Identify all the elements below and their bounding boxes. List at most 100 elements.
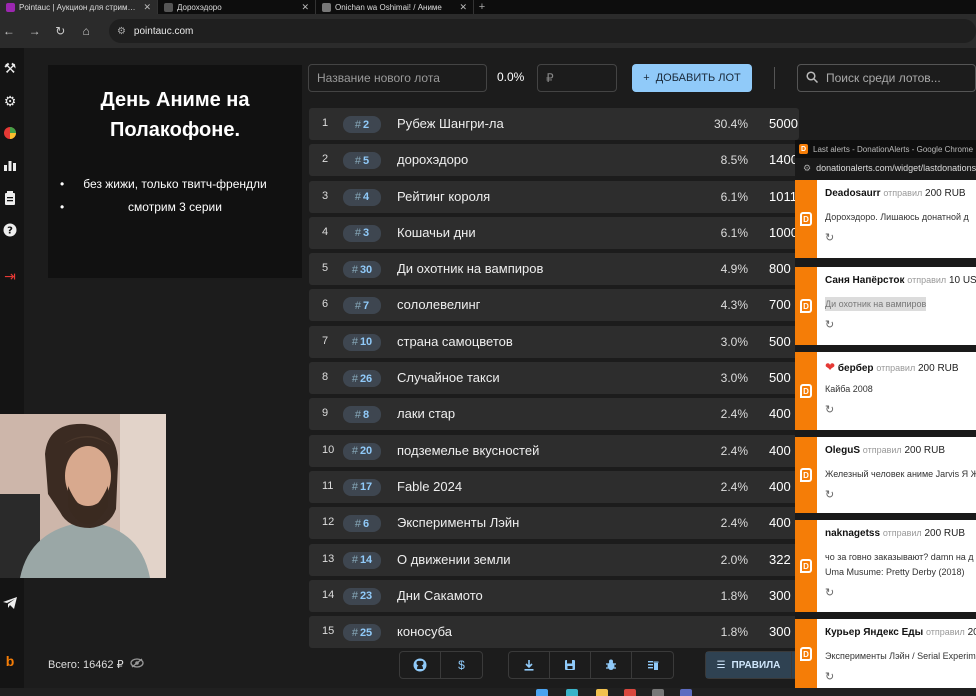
close-tab-icon[interactable]: ✕ [143,2,151,13]
alert-sent-word: отправил [883,188,923,198]
rules-label: ПРАВИЛА [731,659,781,671]
lot-name[interactable]: Кошачьи дни [397,225,476,240]
lot-name[interactable]: коносуба [397,624,452,639]
app-icon[interactable] [566,689,578,696]
alert-header: Саня Напёрсток отправил 10 USD [825,275,976,286]
lot-id-badge[interactable]: #20 [343,442,381,460]
lot-id-badge[interactable]: #2 [343,116,381,133]
lot-row[interactable]: 14 #23 Дни Сакамото 1.8% 300 [309,579,799,612]
lot-row[interactable]: 15 #25 коносуба 1.8% 300 [309,616,799,649]
settings-gear-icon[interactable]: ⚙ [0,91,20,111]
lot-name[interactable]: Дни Сакамото [397,588,483,603]
lot-row[interactable]: 4 #3 Кошачьи дни 6.1% 1000 [309,216,799,249]
chrome-icon[interactable] [624,689,636,696]
lot-id-badge[interactable]: #5 [343,152,381,170]
lot-id-badge[interactable]: #26 [343,370,381,388]
lot-name[interactable]: подземелье вкусностей [397,443,539,458]
lot-name[interactable]: Fable 2024 [397,479,462,494]
app-icon[interactable] [652,689,664,696]
lot-name[interactable]: О движении земли [397,552,511,567]
lot-id-badge[interactable]: #23 [343,587,381,605]
lot-id-badge[interactable]: #10 [343,333,381,351]
add-lot-button[interactable]: + ДОБАВИТЬ ЛОТ [632,64,752,92]
lot-name[interactable]: Рейтинг короля [397,189,490,204]
home-icon[interactable]: ⌂ [79,24,93,38]
save-button[interactable] [550,652,591,678]
lot-id-badge[interactable]: #25 [343,624,381,642]
close-tab-icon[interactable]: ✕ [301,2,309,13]
browser-tab[interactable]: Onichan wa Oshimai! / Аниме ✕ [316,0,474,14]
hide-total-eye-icon[interactable] [129,658,144,671]
lot-name[interactable]: Ди охотник на вампиров [397,261,543,276]
lot-row[interactable]: 7 #10 страна самоцветов 3.0% 500 [309,325,799,358]
wheel-icon[interactable] [0,123,20,143]
lot-name[interactable]: лаки стар [397,406,455,421]
lot-name[interactable]: Случайное такси [397,370,500,385]
search-input[interactable] [826,71,976,85]
auction-hammer-icon[interactable]: ⚒ [0,58,20,78]
telegram-icon[interactable] [0,593,20,613]
statistics-icon[interactable] [0,155,20,175]
folder-icon[interactable] [596,689,608,696]
replay-alert-icon[interactable]: ↻ [825,231,834,244]
back-arrow-icon[interactable]: ← [2,24,16,38]
lot-row[interactable]: 1 #2 Рубеж Шангри-ла 30.4% 5000 [309,108,799,140]
replay-alert-icon[interactable]: ↻ [825,403,834,416]
browser-tab[interactable]: Pointauc | Аукцион для стримеров ✕ [0,0,158,14]
lot-position: 15 [322,625,335,638]
alert-user: Саня Напёрсток [825,275,905,286]
lot-name[interactable]: Рубеж Шангри-ла [397,116,504,131]
lot-id-badge[interactable]: #8 [343,406,381,424]
lot-name[interactable]: сололевелинг [397,297,480,312]
lot-id-badge[interactable]: #14 [343,551,381,569]
lot-id-badge[interactable]: #7 [343,297,381,315]
lot-id-badge[interactable]: #30 [343,261,381,279]
lot-row[interactable]: 2 #5 дорохэдоро 8.5% 1400 [309,144,799,177]
lot-id-badge[interactable]: #3 [343,224,381,242]
alert-header: naknagetss отправил 200 RUB [825,528,965,539]
browser-tab[interactable]: Дорохэдоро ✕ [158,0,316,14]
github-button[interactable] [400,652,441,678]
reload-icon[interactable]: ↻ [53,24,67,38]
new-lot-name-input[interactable] [308,64,487,92]
lot-name[interactable]: дорохэдоро [397,152,468,167]
lot-name[interactable]: Эксперименты Лэйн [397,515,519,530]
site-info-icon[interactable]: ⚙ [117,26,126,37]
lot-row[interactable]: 10 #20 подземелье вкусностей 2.4% 400 [309,434,799,467]
help-icon[interactable]: ? [0,220,20,240]
lot-amount-input[interactable]: 5000 [769,116,803,131]
clear-all-button[interactable] [632,652,673,678]
lot-id-badge[interactable]: #4 [343,188,381,206]
replay-alert-icon[interactable]: ↻ [825,488,834,501]
lot-row[interactable]: 11 #17 Fable 2024 2.4% 400 [309,470,799,503]
donate-button[interactable]: $ [441,652,482,678]
start-icon[interactable] [536,689,548,696]
logout-icon[interactable]: ⇥ [0,266,20,286]
new-tab-icon[interactable]: + [474,0,490,14]
lot-row[interactable]: 8 #26 Случайное такси 3.0% 500 [309,362,799,395]
lot-row[interactable]: 9 #8 лаки стар 2.4% 400 [309,398,799,431]
alert-sent-word: отправил [862,445,902,455]
close-tab-icon[interactable]: ✕ [459,2,467,13]
history-clipboard-icon[interactable] [0,188,20,208]
lot-id-badge[interactable]: #6 [343,515,381,533]
download-button[interactable] [509,652,550,678]
rules-button[interactable]: ☰ ПРАВИЛА [706,652,792,678]
replay-alert-icon[interactable]: ↻ [825,670,834,683]
lot-row[interactable]: 13 #14 О движении земли 2.0% 322 [309,543,799,576]
app-icon[interactable] [680,689,692,696]
url-field[interactable]: ⚙ pointauc.com [108,19,976,43]
replay-alert-icon[interactable]: ↻ [825,318,834,331]
lot-id-badge[interactable]: #17 [343,478,381,496]
boosty-icon[interactable]: b [0,651,20,671]
bug-report-button[interactable] [591,652,632,678]
lot-row[interactable]: 5 #30 Ди охотник на вампиров 4.9% 800 [309,253,799,286]
lot-row[interactable]: 6 #7 сололевелинг 4.3% 700 [309,289,799,322]
forward-arrow-icon[interactable]: → [28,24,42,38]
lot-row[interactable]: 3 #4 Рейтинг короля 6.1% 1011 [309,180,799,213]
lot-search-field[interactable] [797,64,976,92]
lot-row[interactable]: 12 #6 Эксперименты Лэйн 2.4% 400 [309,507,799,540]
lot-name[interactable]: страна самоцветов [397,334,513,349]
replay-alert-icon[interactable]: ↻ [825,586,834,599]
new-lot-amount-input[interactable] [537,64,617,92]
